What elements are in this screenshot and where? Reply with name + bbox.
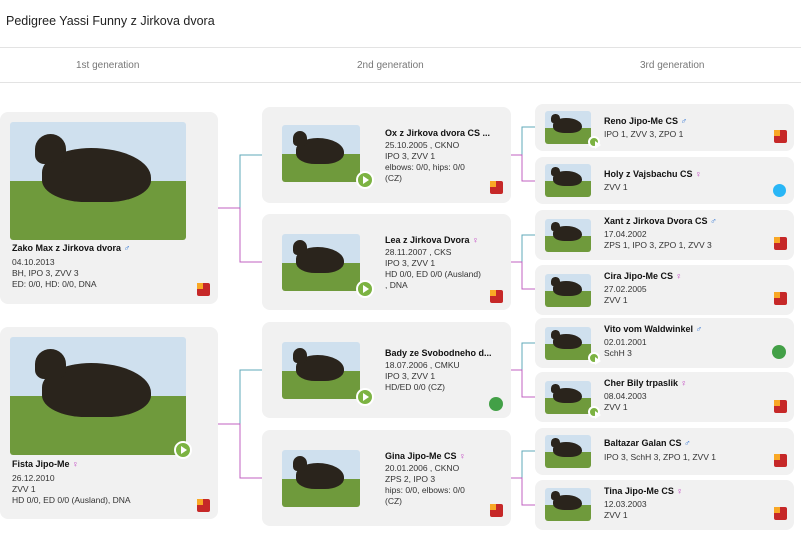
play-icon[interactable]	[356, 388, 374, 406]
play-icon[interactable]	[174, 441, 192, 459]
dog-photo[interactable]	[10, 122, 186, 240]
dog-details: 18.07.2006 , CMKU IPO 3, ZVV 1 HD/ED 0/0 (…	[385, 360, 460, 392]
dog-details: IPO 1, ZVV 3, ZPO 1	[604, 129, 684, 139]
dog-photo[interactable]	[282, 342, 360, 399]
dog-photo[interactable]	[545, 435, 591, 468]
dog-details: 04.10.2013 BH, IPO 3, ZVV 3 ED: 0/0, HD: 0…	[12, 257, 97, 289]
dog-name[interactable]: Zako Max z Jirkova dvora	[12, 243, 121, 253]
dog-card[interactable]: Xant z Jirkova Dvora CS ♂ 17.04.2002 ZPS …	[535, 210, 794, 260]
dog-details: 25.10.2005 , CKNO IPO 3, ZVV 1 elbows: 0/0…	[385, 140, 465, 183]
dog-details: 17.04.2002 ZPS 1, IPO 3, ZPO 1, ZVV 3	[604, 229, 712, 250]
dog-photo[interactable]	[545, 111, 591, 144]
globe-icon	[773, 184, 786, 197]
dog-name[interactable]: Baltazar Galan CS	[604, 438, 682, 448]
dog-name[interactable]: Lea z Jirkova Dvora	[385, 235, 470, 245]
female-icon: ♀	[72, 459, 79, 469]
dog-photo[interactable]	[545, 164, 591, 197]
dog-photo[interactable]	[282, 125, 360, 182]
dog-name[interactable]: Bady ze Svobodneho d...	[385, 348, 492, 358]
dog-photo[interactable]	[282, 450, 360, 507]
dog-details: 28.11.2007 , CKS IPO 3, ZVV 1 HD 0/0, ED 0…	[385, 247, 481, 290]
dog-details: 20.01.2006 , CKNO ZPS 2, IPO 3 hips: 0/0, …	[385, 463, 465, 506]
flag-icon	[197, 283, 210, 296]
flag-icon	[490, 290, 503, 303]
flag-icon	[774, 237, 787, 250]
female-icon: ♀	[676, 486, 684, 496]
dog-card[interactable]: Ox z Jirkova dvora CS ... 25.10.2005 , C…	[262, 107, 511, 203]
dog-photo[interactable]	[545, 327, 591, 360]
dog-name[interactable]: Gina Jipo-Me CS	[385, 451, 457, 461]
dog-card[interactable]: Holy z Vajsbachu CS ♀ ZVV 1	[535, 157, 794, 204]
flag-icon	[774, 292, 787, 305]
dog-details: 26.12.2010 ZVV 1 HD 0/0, ED 0/0 (Ausland),…	[12, 473, 131, 505]
dog-name[interactable]: Holy z Vajsbachu CS	[604, 169, 693, 179]
female-icon: ♀	[472, 235, 479, 245]
dog-photo[interactable]	[545, 488, 591, 521]
flag-icon	[774, 130, 787, 143]
flag-icon	[774, 454, 787, 467]
dog-photo[interactable]	[545, 381, 591, 414]
dog-name[interactable]: Cira Jipo-Me CS	[604, 271, 673, 281]
flag-icon	[197, 499, 210, 512]
flag-icon	[774, 507, 787, 520]
dog-name[interactable]: Ox z Jirkova dvora CS ...	[385, 128, 490, 138]
play-icon[interactable]	[588, 406, 601, 419]
swirl-icon	[489, 397, 503, 411]
dog-name[interactable]: Cher Bily trpaslik	[604, 378, 678, 388]
male-icon: ♂	[123, 243, 131, 253]
dog-card[interactable]: Cher Bily trpaslik ♀ 08.04.2003 ZVV 1	[535, 372, 794, 422]
flag-icon	[490, 504, 503, 517]
female-icon: ♀	[695, 169, 702, 179]
dog-details: ZVV 1	[604, 182, 628, 192]
dog-name[interactable]: Tina Jipo-Me CS	[604, 486, 674, 496]
dog-details: 27.02.2005 ZVV 1	[604, 284, 647, 305]
dog-card[interactable]: Bady ze Svobodneho d... 18.07.2006 , CMK…	[262, 322, 511, 418]
female-icon: ♀	[675, 271, 683, 281]
dog-name[interactable]: Fista Jipo-Me	[12, 459, 70, 469]
dog-photo[interactable]	[282, 234, 360, 291]
dog-details: 08.04.2003 ZVV 1	[604, 391, 647, 412]
play-icon[interactable]	[356, 280, 374, 298]
male-icon: ♂	[710, 216, 717, 226]
dog-details: IPO 3, SchH 3, ZPO 1, ZVV 1	[604, 452, 716, 462]
female-icon: ♀	[459, 451, 466, 461]
male-icon: ♂	[695, 324, 703, 334]
swirl-icon	[772, 345, 786, 359]
dog-details: 02.01.2001 SchH 3	[604, 337, 647, 358]
dog-details: 12.03.2003 ZVV 1	[604, 499, 647, 520]
male-icon: ♂	[684, 438, 691, 448]
dog-card[interactable]: Gina Jipo-Me CS ♀ 20.01.2006 , CKNO ZPS 2…	[262, 430, 511, 526]
dog-name[interactable]: Xant z Jirkova Dvora CS	[604, 216, 708, 226]
dog-card[interactable]: Reno Jipo-Me CS ♂ IPO 1, ZVV 3, ZPO 1	[535, 104, 794, 151]
play-icon[interactable]	[588, 136, 601, 149]
dog-card[interactable]: Lea z Jirkova Dvora ♀ 28.11.2007 , CKS IP…	[262, 214, 511, 310]
dog-photo[interactable]	[545, 274, 591, 307]
dog-name[interactable]: Vito vom Waldwinkel	[604, 324, 693, 334]
dog-card[interactable]: Baltazar Galan CS ♂ IPO 3, SchH 3, ZPO 1…	[535, 428, 794, 475]
dog-name[interactable]: Reno Jipo-Me CS	[604, 116, 678, 126]
dog-card-sire[interactable]: Zako Max z Jirkova dvora ♂ 04.10.2013 BH,…	[0, 112, 218, 304]
female-icon: ♀	[680, 378, 688, 388]
dog-card[interactable]: Vito vom Waldwinkel ♂ 02.01.2001 SchH 3	[535, 318, 794, 368]
flag-icon	[774, 400, 787, 413]
dog-card-dam[interactable]: Fista Jipo-Me ♀ 26.12.2010 ZVV 1 HD 0/0, E…	[0, 327, 218, 519]
flag-icon	[490, 181, 503, 194]
dog-photo[interactable]	[10, 337, 186, 455]
play-icon[interactable]	[588, 352, 601, 365]
dog-card[interactable]: Cira Jipo-Me CS ♀ 27.02.2005 ZVV 1	[535, 265, 794, 315]
dog-card[interactable]: Tina Jipo-Me CS ♀ 12.03.2003 ZVV 1	[535, 480, 794, 530]
dog-photo[interactable]	[545, 219, 591, 252]
male-icon: ♂	[680, 116, 688, 126]
play-icon[interactable]	[356, 171, 374, 189]
